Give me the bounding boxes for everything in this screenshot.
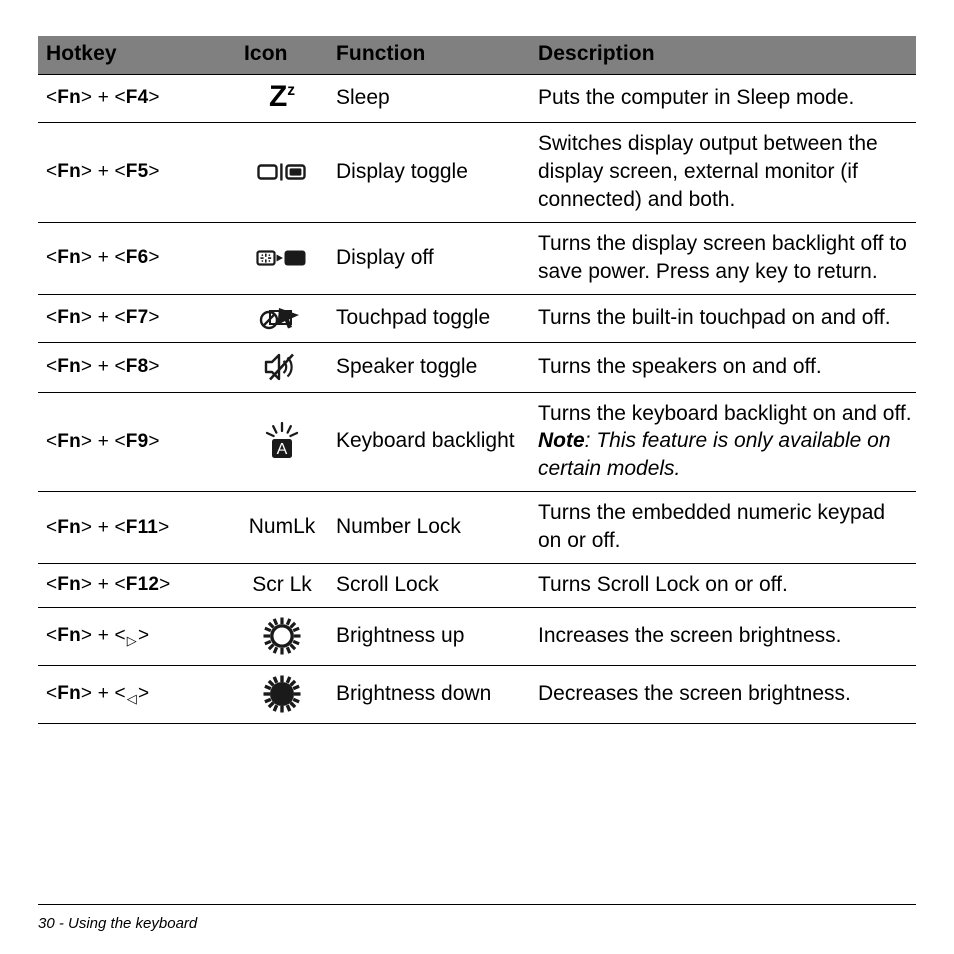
hotkey-combo: <Fn> + <◁>: [46, 683, 150, 707]
table-row: <Fn> + <▷> Brightness up Increases the s…: [38, 608, 916, 666]
table-body: <Fn> + <F4> Zz Sleep Puts the computer i…: [38, 74, 916, 724]
description-text: Turns Scroll Lock on or off.: [538, 573, 788, 597]
note-label: Note: [538, 429, 585, 453]
hotkey-key-fn: Fn: [57, 574, 81, 596]
function-label: Brightness up: [336, 624, 465, 648]
speaker-mute-icon: [262, 350, 302, 384]
description-text: Turns the keyboard backlight on and off.…: [530, 392, 916, 492]
table-row: <Fn> + <F6> Display off Turns the displa…: [38, 222, 916, 295]
icon-cell: [234, 122, 330, 222]
display-toggle-icon: [256, 160, 308, 184]
function-label: Display toggle: [336, 159, 468, 183]
icon-cell: Zz: [234, 75, 330, 123]
footer-divider: [38, 904, 916, 905]
icon-cell: [234, 342, 330, 392]
function-label: Keyboard backlight: [336, 429, 515, 453]
function-label: Brightness down: [336, 682, 492, 706]
description-main: Turns the keyboard backlight on and off.: [538, 401, 912, 425]
display-off-icon: [255, 246, 309, 270]
icon-cell: [234, 294, 330, 342]
description-text: Puts the computer in Sleep mode.: [538, 86, 855, 109]
function-label: Display off: [336, 245, 434, 269]
hotkey-combo: <Fn> + <F7>: [46, 306, 160, 328]
function-label: Speaker toggle: [336, 354, 478, 378]
hotkey-combo: <Fn> + <F6>: [46, 246, 160, 268]
svg-text:A: A: [277, 442, 288, 459]
table-row: <Fn> + <F12> Scr Lk Scroll Lock Turns Sc…: [38, 564, 916, 608]
note-body: : This feature is only available on cert…: [538, 429, 891, 481]
hotkey-combo: <Fn> + <F8>: [46, 355, 160, 377]
scrlk-text-icon: Scr Lk: [252, 573, 312, 597]
description-text: Decreases the screen brightness.: [538, 682, 851, 706]
description-text: Switches display output between the disp…: [538, 131, 878, 211]
table-row: <Fn> + <F7> Touchpad toggle Turns the bu…: [38, 294, 916, 343]
icon-cell: [234, 222, 330, 294]
icon-cell: Scr Lk: [234, 564, 330, 608]
hotkey-key-fn: Fn: [57, 516, 81, 538]
hotkey-key-second: F6: [125, 246, 149, 268]
page-footer: 30 - Using the keyboard: [38, 904, 916, 932]
function-label: Number Lock: [336, 515, 461, 539]
hotkey-key-fn: Fn: [57, 355, 81, 377]
hotkey-combo: <Fn> + <F12>: [46, 574, 171, 596]
hotkey-combo: <Fn> + <▷>: [46, 625, 150, 649]
function-label: Touchpad toggle: [336, 305, 491, 329]
table-row: <Fn> + <F4> Zz Sleep Puts the computer i…: [38, 74, 916, 123]
hotkey-key-fn: Fn: [57, 430, 81, 452]
hotkey-key-second: F8: [125, 355, 149, 377]
hotkey-key-fn: Fn: [57, 683, 81, 705]
hotkey-combo: <Fn> + <F9>: [46, 430, 160, 452]
icon-cell: A: [234, 392, 330, 492]
brightness-down-icon: [261, 673, 303, 715]
column-header-icon: Icon: [234, 36, 330, 75]
hotkey-combo: <Fn> + <F5>: [46, 161, 160, 183]
brightness-up-icon: [261, 615, 303, 657]
hotkey-key-fn: Fn: [57, 625, 81, 647]
table-row: <Fn> + <F11> NumLk Number Lock Turns the…: [38, 492, 916, 564]
left-arrow-key-icon: ◁: [126, 691, 137, 707]
description-text: Turns the speakers on and off.: [538, 354, 822, 378]
hotkey-table: Hotkey Icon Function Description <Fn> + …: [38, 36, 916, 724]
table-row: <Fn> + <F5> Display toggle Switches disp…: [38, 122, 916, 223]
column-header-hotkey: Hotkey: [38, 36, 234, 75]
icon-cell: [234, 608, 330, 666]
hotkey-key-fn: Fn: [57, 306, 81, 328]
description-text: Increases the screen brightness.: [538, 624, 842, 648]
touchpad-off-icon: [259, 302, 305, 334]
table-row: <Fn> + <◁> Brightness down Decreases the…: [38, 666, 916, 724]
document-page: Hotkey Icon Function Description <Fn> + …: [0, 0, 954, 954]
function-label: Sleep: [336, 86, 390, 109]
hotkey-key-fn: Fn: [57, 246, 81, 268]
footer-label: 30 - Using the keyboard: [38, 915, 198, 932]
column-header-description: Description: [530, 36, 916, 75]
icon-cell: [234, 666, 330, 724]
column-header-function: Function: [330, 36, 530, 75]
icon-cell: NumLk: [234, 492, 330, 564]
table-header-row: Hotkey Icon Function Description: [38, 36, 916, 75]
numlk-text-icon: NumLk: [248, 515, 316, 539]
hotkey-key-fn: Fn: [57, 161, 81, 183]
hotkey-combo: <Fn> + <F4>: [46, 87, 160, 109]
description-text: Turns the embedded numeric keypad on or …: [538, 501, 886, 553]
right-arrow-key-icon: ▷: [126, 633, 137, 649]
hotkey-key-second: F7: [125, 306, 149, 328]
table-row: <Fn> + <F8> Speaker toggle Turns the spe…: [38, 342, 916, 393]
hotkey-key-second: F12: [125, 574, 160, 596]
hotkey-key-second: F4: [125, 87, 149, 109]
hotkey-key-fn: Fn: [57, 87, 81, 109]
function-label: Scroll Lock: [336, 573, 439, 597]
description-text: Turns the display screen backlight off t…: [538, 231, 907, 283]
table-header: Hotkey Icon Function Description: [38, 36, 916, 75]
keyboard-backlight-icon: A: [260, 420, 304, 462]
hotkey-key-second: F11: [125, 516, 159, 538]
hotkey-key-second: F5: [125, 161, 149, 183]
hotkey-combo: <Fn> + <F11>: [46, 516, 170, 538]
hotkey-key-second: F9: [125, 430, 149, 452]
table-row: <Fn> + <F9> A Keyboard backlight Turns t…: [38, 392, 916, 492]
sleep-z-icon: Zz: [268, 80, 296, 113]
description-text: Turns the built-in touchpad on and off.: [538, 305, 891, 329]
